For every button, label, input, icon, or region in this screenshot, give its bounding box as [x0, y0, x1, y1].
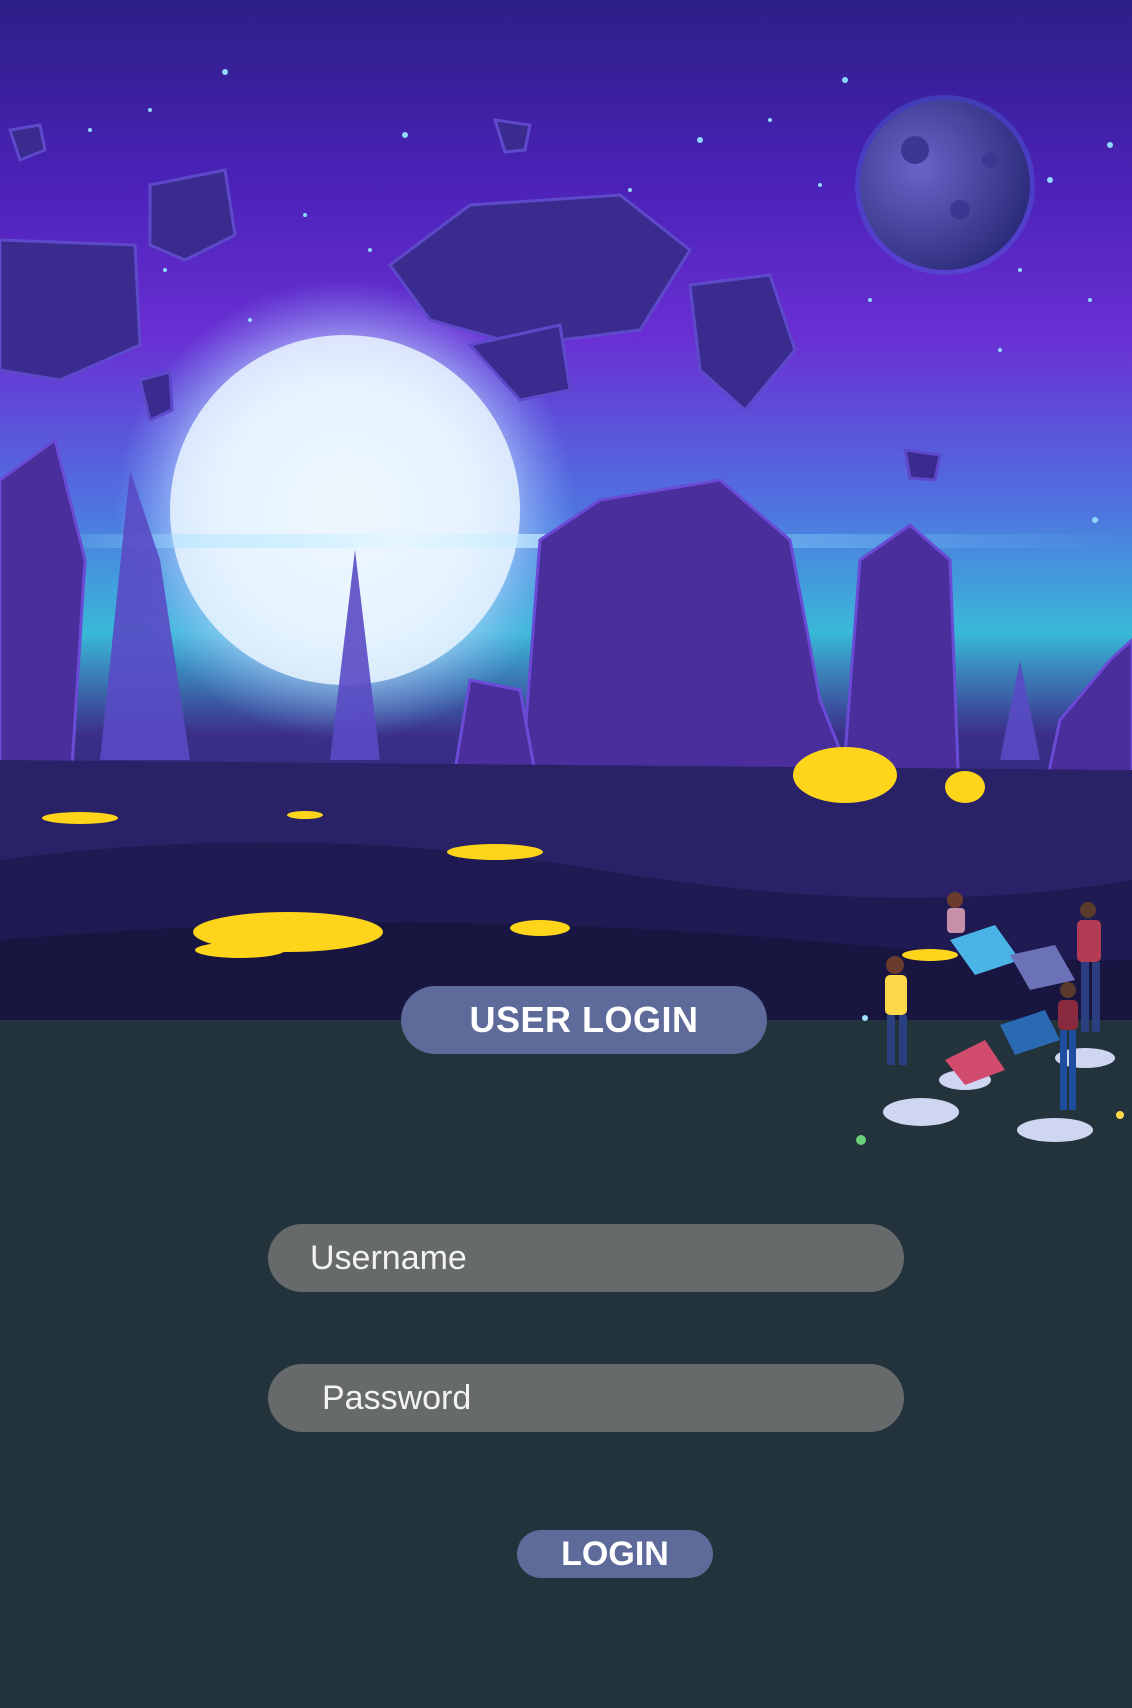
login-button[interactable]: LOGIN: [517, 1530, 713, 1578]
login-button-label: LOGIN: [561, 1534, 669, 1573]
team-puzzle-illustration: [856, 892, 1124, 1145]
alien-landscape-illustration: [0, 69, 1132, 1020]
user-login-title: USER LOGIN: [401, 986, 767, 1054]
password-input[interactable]: [268, 1364, 904, 1432]
hero-illustration: [0, 0, 1132, 1020]
user-login-title-text: USER LOGIN: [469, 999, 699, 1040]
username-input[interactable]: [268, 1224, 904, 1292]
